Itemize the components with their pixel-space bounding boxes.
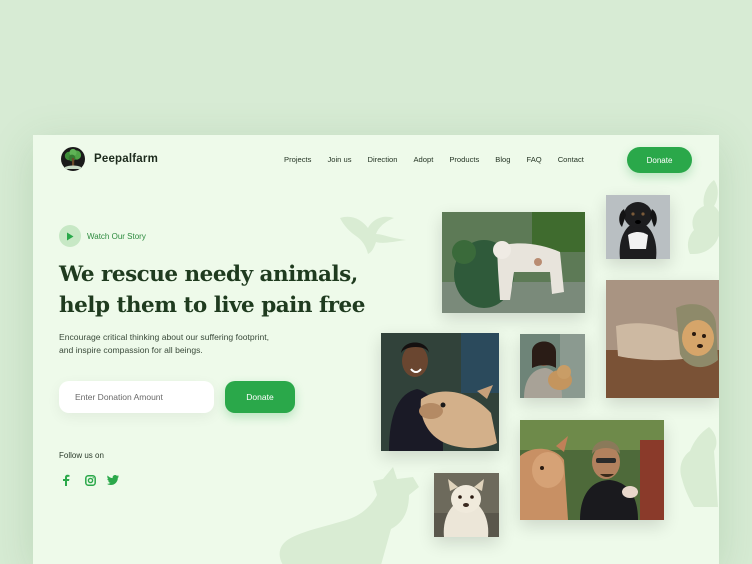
facebook-icon[interactable] [59,473,73,487]
main-nav: Projects Join us Direction Adopt Product… [284,155,584,164]
brand-name: Peepalfarm [94,153,159,165]
nav-blog[interactable]: Blog [495,155,510,164]
instagram-icon[interactable] [83,473,97,487]
nav-direction[interactable]: Direction [368,155,398,164]
headline-line-1: We rescue needy animals, [59,262,358,287]
rabbit-silhouette-icon [687,180,719,254]
horse-silhouette-icon [680,427,718,507]
man-hugging-goat-photo [442,212,585,313]
landing-card: Peepalfarm Projects Join us Direction Ad… [33,135,719,564]
subtext-line-2: and inspire compassion for all beings. [59,345,203,355]
man-with-calf-photo [520,420,664,520]
nav-projects[interactable]: Projects [284,155,311,164]
black-puppy-photo [606,195,670,259]
nav-join-us[interactable]: Join us [327,155,351,164]
nav-faq[interactable]: FAQ [527,155,542,164]
nav-adopt[interactable]: Adopt [413,155,433,164]
nav-contact[interactable]: Contact [558,155,584,164]
subtext-line-1: Encourage critical thinking about our su… [59,332,270,342]
nav-donate-button[interactable]: Donate [627,147,692,173]
bird-silhouette-icon [340,216,406,254]
watch-story-label: Watch Our Story [87,231,146,241]
follow-us-label: Follow us on [59,451,104,460]
donation-amount-input[interactable] [59,381,214,413]
donate-button[interactable]: Donate [225,381,295,413]
nav-products[interactable]: Products [449,155,479,164]
headline-line-2: help them to live pain free [59,293,365,318]
woman-holding-puppy-photo [520,334,585,398]
white-dog-photo [434,473,499,537]
twitter-icon[interactable] [106,473,120,487]
cow-silhouette-icon [279,467,419,564]
watch-story-button[interactable]: Watch Our Story [59,225,146,247]
peepal-tree-logo-icon [61,147,85,171]
play-icon [59,225,81,247]
hero-subtext: Encourage critical thinking about our su… [59,331,329,357]
hero-headline: We rescue needy animals, help them to li… [59,259,365,321]
brand-logo[interactable]: Peepalfarm [61,147,158,171]
dog-with-cone-photo [606,280,719,398]
woman-with-cow-photo [381,333,499,451]
